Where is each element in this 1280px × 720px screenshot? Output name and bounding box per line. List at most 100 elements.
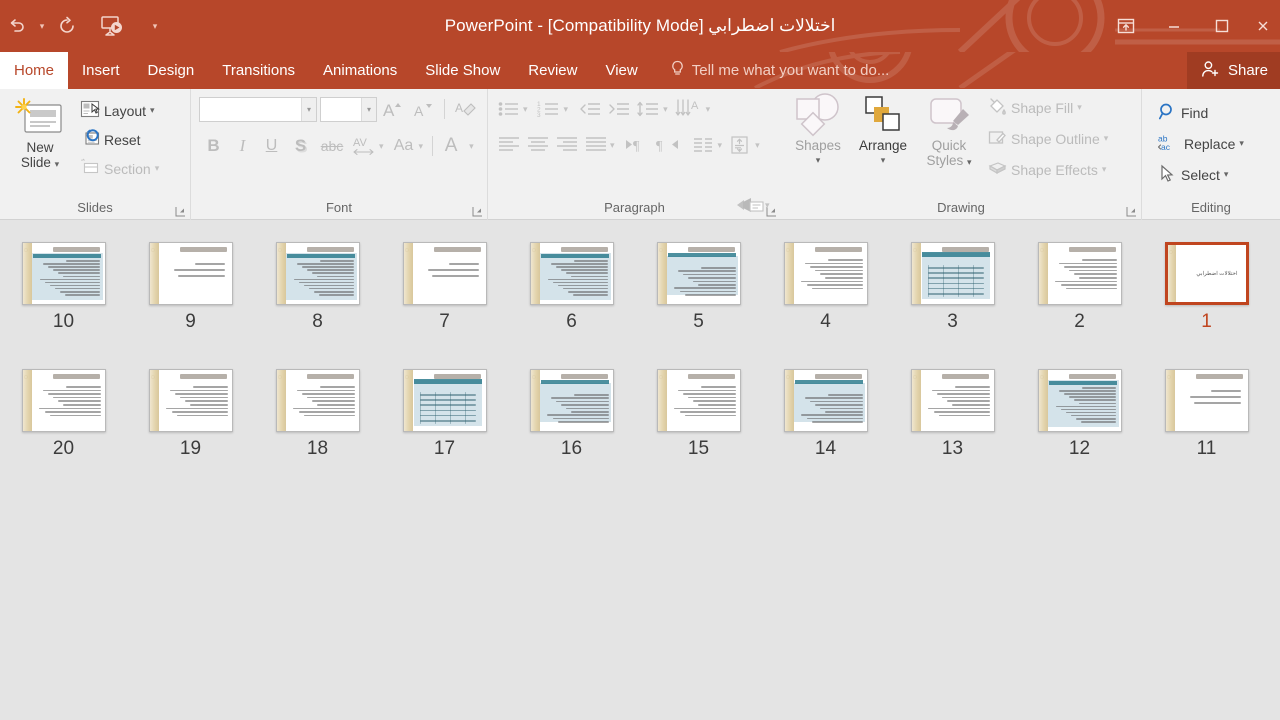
- slide-thumbnail-item[interactable]: ◌ 3: [889, 238, 1016, 335]
- arrange-button[interactable]: Arrange ▾: [850, 91, 916, 168]
- slide-thumbnail-wrapper[interactable]: ◌: [907, 365, 999, 436]
- tab-home[interactable]: Home: [0, 52, 69, 89]
- slide-thumbnail-wrapper[interactable]: ◌: [907, 238, 999, 309]
- select-button[interactable]: Select ▾: [1153, 159, 1249, 190]
- quick-styles-button[interactable]: Quick Styles ▾: [916, 91, 982, 170]
- rtl-button[interactable]: ¶: [652, 131, 682, 159]
- minimize-icon[interactable]: [1150, 0, 1198, 52]
- shapes-caret[interactable]: ▾: [816, 153, 821, 168]
- bullets-button[interactable]: [494, 95, 523, 123]
- slide-thumbnail-wrapper[interactable]: ◌: [653, 365, 745, 436]
- slide-thumbnail-wrapper[interactable]: ◌: [653, 238, 745, 309]
- slide-thumbnail-item[interactable]: ◌ 11: [1143, 365, 1270, 462]
- slide-thumbnail-item[interactable]: ◌ 9: [127, 238, 254, 335]
- slide-thumbnail-wrapper[interactable]: ◌: [272, 365, 364, 436]
- slide-thumbnail[interactable]: ◌: [148, 369, 233, 432]
- font-name-combo[interactable]: ▾: [199, 96, 317, 122]
- ltr-button[interactable]: ¶: [622, 131, 652, 159]
- shrink-font-button[interactable]: A: [411, 95, 437, 123]
- decrease-indent-button[interactable]: [575, 95, 604, 123]
- change-case-button[interactable]: Aa: [389, 132, 419, 160]
- share-button[interactable]: Share: [1186, 52, 1280, 89]
- tab-animations[interactable]: Animations: [309, 52, 411, 89]
- slide-thumbnail[interactable]: ◌: [910, 369, 995, 432]
- section-button[interactable]: Section ▾: [75, 154, 164, 183]
- justify-button[interactable]: [581, 131, 610, 159]
- font-name-caret[interactable]: ▾: [301, 97, 316, 121]
- convert-to-smartart-button[interactable]: ▾: [735, 185, 779, 225]
- section-caret[interactable]: ▾: [155, 163, 160, 174]
- align-right-button[interactable]: [552, 131, 581, 159]
- arrange-caret[interactable]: ▾: [881, 153, 886, 168]
- tab-view[interactable]: View: [591, 52, 651, 89]
- shape-outline-button[interactable]: Shape Outline ▾: [982, 123, 1113, 154]
- slide-thumbnail[interactable]: ◌: [783, 242, 868, 305]
- center-button[interactable]: [523, 131, 552, 159]
- shape-fill-button[interactable]: Shape Fill ▾: [982, 92, 1113, 123]
- slide-thumbnail-item[interactable]: ◌ 14: [762, 365, 889, 462]
- clear-formatting-button[interactable]: A: [452, 95, 480, 123]
- slide-thumbnail-wrapper[interactable]: ◌: [780, 238, 872, 309]
- slide-thumbnail[interactable]: ◌: [275, 242, 360, 305]
- bullets-caret[interactable]: ▾: [523, 104, 528, 115]
- slide-thumbnail[interactable]: ◌: [529, 369, 614, 432]
- slide-thumbnail-wrapper[interactable]: ◌: [399, 365, 491, 436]
- slide-thumbnail-wrapper[interactable]: ◌: [526, 238, 618, 309]
- replace-caret[interactable]: ▾: [1239, 138, 1244, 149]
- slide-thumbnail-selected[interactable]: ◌ اختلالات اضطرابي: [1164, 242, 1249, 305]
- slide-thumbnail-item[interactable]: ◌ 6: [508, 238, 635, 335]
- slide-thumbnail[interactable]: ◌: [21, 242, 106, 305]
- change-case-caret[interactable]: ▾: [419, 141, 424, 152]
- slide-thumbnail[interactable]: ◌: [656, 242, 741, 305]
- slide-thumbnail[interactable]: ◌: [783, 369, 868, 432]
- character-spacing-button[interactable]: AV: [349, 132, 379, 160]
- numbering-button[interactable]: 1 2 3: [535, 95, 564, 123]
- slide-thumbnail-wrapper[interactable]: ◌ اختلالات اضطرابي: [1161, 238, 1253, 309]
- shape-effects-button[interactable]: Shape Effects ▾: [982, 154, 1113, 185]
- tab-slide-show[interactable]: Slide Show: [411, 52, 514, 89]
- slide-thumbnail-wrapper[interactable]: ◌: [145, 365, 237, 436]
- numbering-caret[interactable]: ▾: [564, 104, 569, 115]
- new-slide-button[interactable]: New Slide ▾: [5, 93, 75, 172]
- slide-thumbnail-item[interactable]: ◌ 13: [889, 365, 1016, 462]
- layout-caret[interactable]: ▾: [150, 105, 155, 116]
- slide-thumbnail[interactable]: ◌: [148, 242, 233, 305]
- close-icon[interactable]: [1246, 0, 1280, 52]
- undo-dropdown-caret[interactable]: ▾: [34, 6, 50, 46]
- italic-button[interactable]: I: [228, 132, 257, 160]
- slide-sorter-pane[interactable]: ◌ 10 ◌ 9 ◌ 8 ◌ 7 ◌ 6 ◌ 5 ◌ 4 ◌ 3 ◌ 2 ◌ اختلالات اضطرابي 1 ◌ 2…: [0, 220, 1280, 720]
- shapes-button[interactable]: Shapes ▾: [786, 91, 850, 168]
- slide-thumbnail-item[interactable]: ◌ 19: [127, 365, 254, 462]
- align-left-button[interactable]: [494, 131, 523, 159]
- ribbon-display-options-icon[interactable]: [1102, 0, 1150, 52]
- reset-button[interactable]: Reset: [75, 125, 164, 154]
- slide-thumbnail-item[interactable]: ◌ 12: [1016, 365, 1143, 462]
- slide-thumbnail-item[interactable]: ◌ 10: [0, 238, 127, 335]
- drawing-dialog-launcher[interactable]: [1126, 206, 1137, 217]
- strikethrough-button[interactable]: abc: [315, 132, 349, 160]
- slide-thumbnail-wrapper[interactable]: ◌: [1034, 365, 1126, 436]
- start-presentation-icon[interactable]: [84, 6, 140, 46]
- shape-outline-caret[interactable]: ▾: [1104, 133, 1109, 144]
- slide-thumbnail-item[interactable]: ◌ 17: [381, 365, 508, 462]
- slide-thumbnail[interactable]: ◌: [656, 369, 741, 432]
- slide-thumbnail[interactable]: ◌: [1164, 369, 1249, 432]
- slide-thumbnail-wrapper[interactable]: ◌: [399, 238, 491, 309]
- customize-qat-caret[interactable]: ▾: [140, 6, 170, 46]
- slide-thumbnail-wrapper[interactable]: ◌: [1161, 365, 1253, 436]
- layout-button[interactable]: Layout ▾: [75, 96, 164, 125]
- font-color-caret[interactable]: ▾: [469, 141, 474, 152]
- justify-caret[interactable]: ▾: [610, 140, 615, 151]
- slide-thumbnail-wrapper[interactable]: ◌: [18, 365, 110, 436]
- columns-caret[interactable]: ▾: [718, 140, 723, 151]
- undo-icon[interactable]: [0, 6, 34, 46]
- slide-thumbnail-wrapper[interactable]: ◌: [145, 238, 237, 309]
- increase-indent-button[interactable]: [604, 95, 633, 123]
- slide-thumbnail[interactable]: ◌: [402, 369, 487, 432]
- font-size-combo[interactable]: ▾: [320, 96, 377, 122]
- align-text-button[interactable]: [725, 131, 755, 159]
- find-button[interactable]: Find: [1153, 97, 1249, 128]
- text-direction-button[interactable]: A: [672, 95, 706, 123]
- slide-thumbnail-item[interactable]: ◌ 4: [762, 238, 889, 335]
- slide-thumbnail-item[interactable]: ◌ اختلالات اضطرابي 1: [1143, 238, 1270, 335]
